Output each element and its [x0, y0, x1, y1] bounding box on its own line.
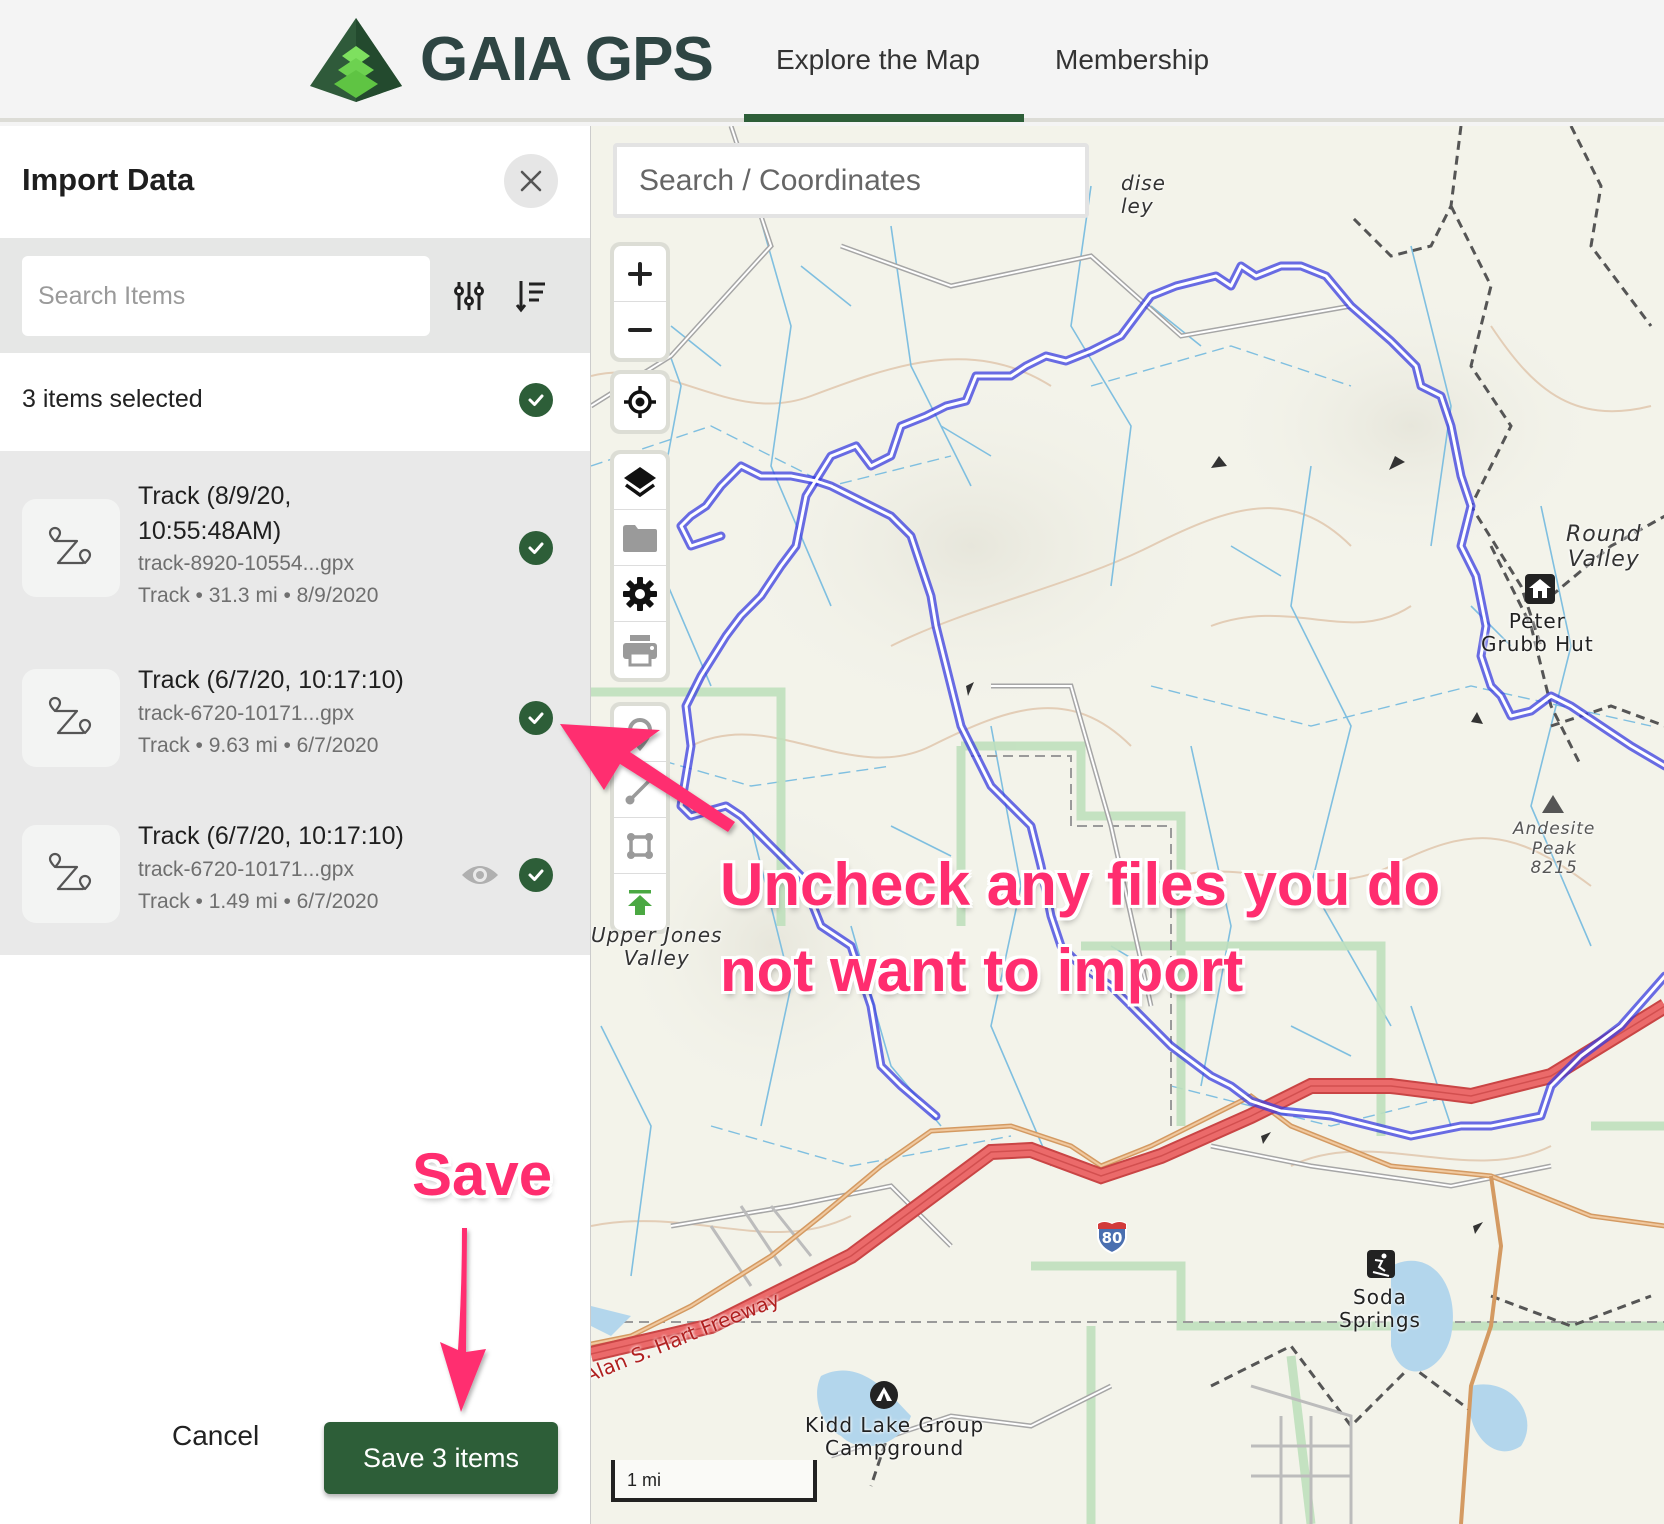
item-checkbox[interactable] [519, 858, 553, 892]
zoom-controls [610, 242, 670, 362]
crosshair-locate-icon [624, 386, 656, 418]
upload-arrow-icon [628, 890, 652, 915]
filter-sliders-icon [454, 282, 484, 310]
upload-button[interactable] [614, 874, 666, 930]
track-route-icon [48, 696, 92, 735]
track-route-icon [48, 526, 92, 565]
draw-route-button[interactable] [614, 762, 666, 818]
printer-icon [623, 635, 657, 667]
close-button[interactable] [504, 154, 558, 208]
layers-button[interactable] [614, 454, 666, 510]
map-scale-bar: 1 mi [611, 1460, 817, 1502]
item-checkbox[interactable] [519, 531, 553, 565]
nav-membership[interactable]: Membership [1055, 40, 1209, 80]
item-meta: Track • 1.49 mi • 6/7/2020 [138, 890, 379, 913]
gaia-logo-icon[interactable] [308, 16, 404, 102]
folder-button[interactable] [614, 510, 666, 566]
map-tools [610, 450, 670, 682]
folder-icon [623, 524, 657, 552]
campground-icon[interactable] [869, 1380, 899, 1410]
item-filename: track-6720-10171...gpx [138, 702, 354, 725]
nav-explore-map[interactable]: Explore the Map [776, 40, 980, 80]
search-items-input[interactable] [22, 256, 430, 336]
top-header: GAIA GPS Explore the Map Membership [0, 0, 1664, 122]
label-peter-grubb-hut: Peter Grubb Hut [1481, 609, 1594, 656]
map-canvas[interactable]: dise ley Round Valley Peter Grubb Hut An… [590, 126, 1664, 1524]
checkmark-icon [528, 869, 544, 881]
peak-icon [1542, 795, 1564, 813]
ski-area-icon[interactable] [1367, 1250, 1395, 1278]
annotation-save: Save [412, 1141, 553, 1208]
layers-icon [624, 466, 656, 497]
track-route-icon [48, 852, 92, 891]
selected-count: 3 items selected [22, 385, 203, 413]
draw-area-button[interactable] [614, 818, 666, 874]
label-soda-springs: Soda Springs [1339, 1285, 1421, 1332]
item-filename: track-8920-10554...gpx [138, 552, 354, 575]
sort-icon [515, 281, 545, 313]
checkmark-icon [528, 394, 544, 406]
add-waypoint-button[interactable] [614, 706, 666, 762]
gear-icon [623, 576, 657, 611]
select-all-row[interactable]: 3 items selected [0, 353, 590, 451]
item-meta: Track • 31.3 mi • 8/9/2020 [138, 584, 379, 607]
list-item[interactable]: Track (6/7/20, 10:17:10) track-6720-1017… [0, 641, 590, 797]
label-upper-jones-valley: Upper Jones Valley [591, 923, 723, 970]
interstate-label: 80 [1101, 1229, 1123, 1247]
track-thumbnail [22, 499, 120, 597]
item-filename: track-6720-10171...gpx [138, 858, 354, 881]
print-button[interactable] [614, 622, 666, 678]
item-title: Track (6/7/20, 10:17:10) [138, 666, 404, 694]
route-line-icon [625, 778, 652, 804]
save-items-button[interactable]: Save 3 items [324, 1422, 558, 1494]
locate-control [610, 370, 670, 434]
label-paradise-valley: dise ley [1121, 171, 1166, 218]
label-andesite-peak: Andesite Peak 8215 [1513, 819, 1596, 879]
minus-icon [628, 328, 652, 332]
brand-name[interactable]: GAIA GPS [420, 22, 714, 98]
settings-button[interactable] [614, 566, 666, 622]
item-title: Track (8/9/20, 10:55:48AM) [138, 482, 292, 545]
cancel-button[interactable]: Cancel [172, 1420, 259, 1452]
item-checkbox[interactable] [519, 701, 553, 735]
search-toolbar [0, 238, 590, 353]
plus-icon [628, 261, 652, 286]
list-item[interactable]: Track (8/9/20, 10:55:48AM) track-8920-10… [0, 451, 590, 641]
locate-button[interactable] [614, 374, 666, 430]
panel-title: Import Data [22, 162, 195, 197]
hut-icon[interactable] [1525, 574, 1555, 604]
import-data-panel: Import Data 3 items selected [0, 126, 590, 1524]
select-all-checkbox[interactable] [519, 383, 553, 417]
draw-tools [610, 702, 670, 934]
nav-active-indicator [744, 114, 1024, 122]
item-title: Track (6/7/20, 10:17:10) [138, 822, 404, 850]
sort-button[interactable] [512, 276, 552, 316]
track-thumbnail [22, 669, 120, 767]
checkmark-icon [528, 712, 544, 724]
area-polygon-icon [627, 832, 653, 859]
zoom-in-button[interactable] [614, 246, 666, 302]
waypoint-pin-icon [627, 717, 653, 751]
map-search-input[interactable] [613, 143, 1089, 218]
close-icon [520, 170, 542, 192]
zoom-out-button[interactable] [614, 302, 666, 358]
label-round-valley: Round Valley [1566, 522, 1642, 573]
annotation-uncheck-instructions: Uncheck any files you do not want to imp… [720, 851, 1441, 1004]
filter-button[interactable] [449, 276, 489, 316]
eye-icon[interactable] [460, 861, 500, 889]
checkmark-icon [528, 542, 544, 554]
item-meta: Track • 9.63 mi • 6/7/2020 [138, 734, 379, 757]
list-item[interactable]: Track (6/7/20, 10:17:10) track-6720-1017… [0, 797, 590, 955]
label-kidd-lake-campground: Kidd Lake Group Campground [805, 1413, 985, 1460]
import-items-list: Track (8/9/20, 10:55:48AM) track-8920-10… [0, 451, 590, 955]
track-thumbnail [22, 825, 120, 923]
